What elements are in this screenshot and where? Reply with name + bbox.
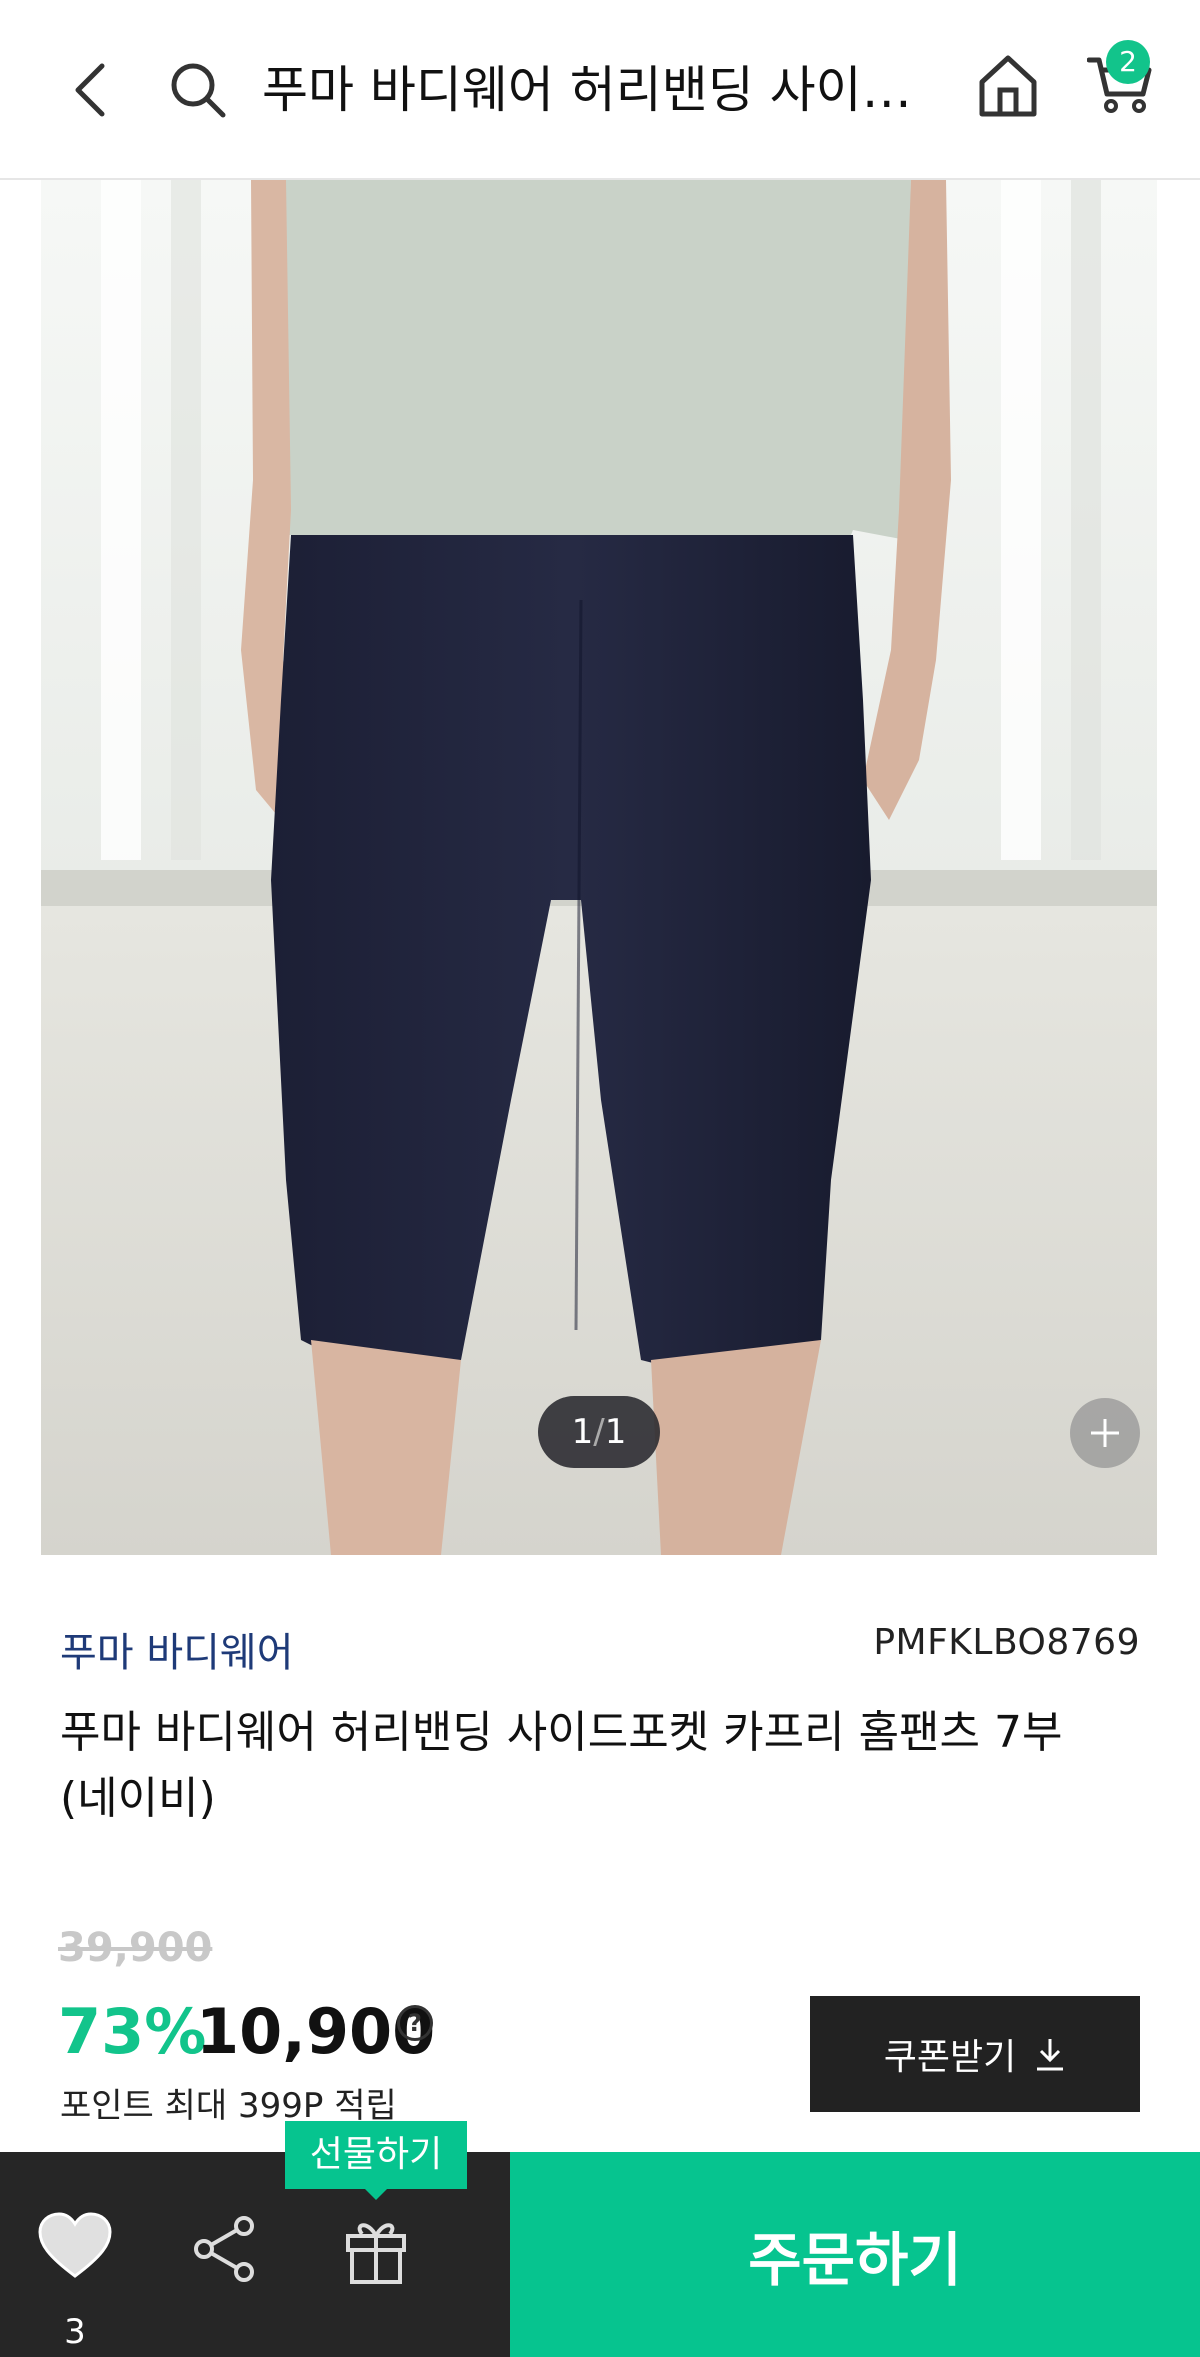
brand-link[interactable]: 푸마 바디웨어 (60, 1620, 294, 1678)
product-name: 푸마 바디웨어 허리밴딩 사이드포켓 카프리 홈팬츠 7부 (네이비) (60, 1707, 1063, 1824)
order-button[interactable]: 주문하기 (510, 2152, 1200, 2357)
heart-icon[interactable] (38, 2212, 112, 2282)
gift-icon[interactable] (340, 2214, 412, 2286)
cart-count-badge: 2 (1106, 40, 1150, 84)
coupon-download-button[interactable]: 쿠폰받기 (810, 1996, 1140, 2112)
bottom-action-bar: 3 주문하기 (0, 2152, 1200, 2357)
coupon-label: 쿠폰받기 (883, 2037, 1017, 2078)
product-photo-illustration (41, 180, 1157, 1555)
price-help-icon[interactable]: ? (397, 2005, 433, 2041)
share-icon[interactable] (190, 2214, 260, 2284)
product-image[interactable] (41, 180, 1157, 1555)
home-icon[interactable] (968, 45, 1048, 125)
back-arrow-icon[interactable] (60, 50, 120, 130)
product-code: PMFKLBO8769 (873, 1622, 1140, 1663)
download-icon (1037, 2039, 1064, 2071)
discount-rate: 73% (58, 1995, 207, 2068)
gift-tooltip-arrow (364, 2188, 388, 2200)
points-info: 포인트 최대 399P 적립 (60, 2086, 397, 2126)
gift-tooltip[interactable]: 선물하기 (285, 2121, 467, 2189)
header-title[interactable]: 푸마 바디웨어 허리밴딩 사이드포켓 카프리 홈팬츠 7부 (네이비) (262, 52, 922, 128)
image-page-separator: / (593, 1412, 605, 1452)
plus-icon (1091, 1419, 1119, 1447)
top-app-bar: 푸마 바디웨어 허리밴딩 사이드포켓 카프리 홈팬츠 7부 (네이비) 2 (0, 0, 1200, 180)
search-icon[interactable] (160, 52, 235, 127)
image-current-page: 1 (571, 1412, 594, 1452)
original-price: 39,900 (58, 1925, 213, 1971)
like-count: 3 (64, 2312, 86, 2352)
zoom-image-button[interactable] (1070, 1398, 1140, 1468)
image-page-indicator: 1/1 (538, 1396, 660, 1468)
image-total-pages: 1 (604, 1412, 627, 1452)
